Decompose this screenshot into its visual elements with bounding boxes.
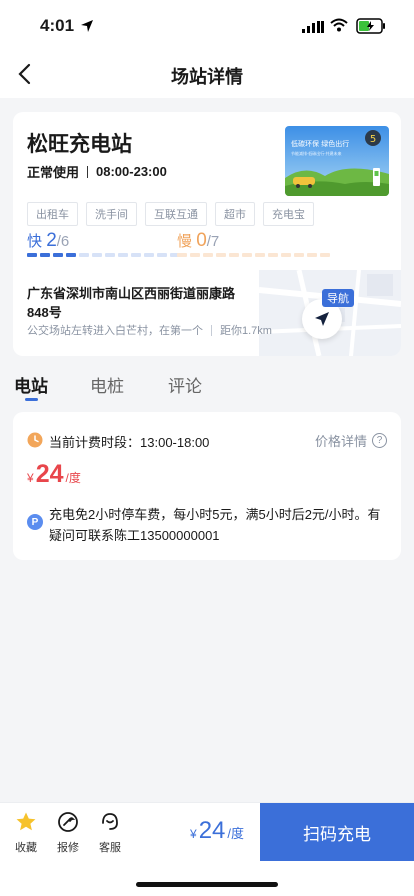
price-value: 24 [35,460,64,488]
home-indicator [136,882,278,887]
page-title: 场站详情 [171,67,243,87]
banner-badge: 5 [370,134,376,145]
slow-available: 0 [196,230,207,251]
cellular-signal-icon [302,21,324,33]
direction-text: 公交场站左转进入白芒村，在第一个 [27,325,203,337]
amenity-tag: 充电宝 [263,202,314,226]
banner-subline: 节能减排·低碳出行·共建未来 [291,150,342,156]
tab-chargers[interactable]: 电桩 [90,372,124,397]
tab-reviews[interactable]: 评论 [168,372,202,397]
navigate-label[interactable]: 导航 [322,289,354,307]
favorite-button[interactable]: 收藏 [11,811,41,855]
tab-station[interactable]: 电站 [14,372,48,397]
billing-period-value: 13:00-18:00 [140,435,210,450]
customer-service-button[interactable]: 客服 [95,811,125,855]
status-bar: 4:01 [0,0,414,50]
station-banner-image: 5 低碳环保 绿色出行 节能减排·低碳出行·共建未来 [285,126,389,196]
active-tab-indicator [25,398,38,401]
navigate-button[interactable]: 导航 [298,289,356,343]
detail-tabs: 电站 电桩 评论 [0,366,414,406]
fast-label: 快 [27,233,43,250]
parking-note: 充电免2小时停车费，每小时5元，满5小时后2元/小时。有疑问可联系陈工13500… [49,507,381,543]
amenity-tags: 出租车 洗手间 互联互通 超市 充电宝 [27,202,314,226]
price-unit: /度 [65,471,81,485]
fast-availability-bar [27,253,180,257]
amenity-tag: 洗手间 [86,202,137,226]
footer-price: ¥ 24 /度 [190,817,244,845]
divider [87,165,89,178]
distance-text: 距你1.7km [220,325,272,337]
wifi-icon [330,18,348,32]
fast-total: /6 [56,233,70,250]
price-detail-link[interactable]: 价格详情 ? [315,431,387,450]
address-directions: 公交场站左转进入白芒村，在第一个 距你1.7km [27,322,272,338]
divider [211,324,212,336]
slow-availability-bar [177,253,330,257]
location-arrow-icon [81,20,93,32]
station-card: 松旺充电站 正常使用 08:00-23:00 5 低碳环保 绿色出行 节能减排·… [13,112,401,356]
fast-charger-count: 快 2/6 [27,230,69,252]
navigation-bar: 场站详情 [0,50,414,98]
slow-total: /7 [206,233,220,250]
navigation-arrow-icon [315,312,329,326]
fast-available: 2 [46,230,57,251]
station-status-text: 正常使用 [27,165,80,180]
scan-to-charge-button[interactable]: 扫码充电 [260,803,414,861]
amenity-tag: 出租车 [27,202,78,226]
status-time: 4:01 [40,16,75,35]
headset-icon[interactable] [99,811,121,833]
amenity-tag: 互联互通 [145,202,207,226]
banner-headline: 低碳环保 绿色出行 [291,139,349,148]
slow-label: 慢 [177,233,193,250]
report-button[interactable]: 报修 [53,811,83,855]
footer-currency: ¥ [190,827,197,841]
currency-symbol: ¥ [27,471,34,485]
station-name: 松旺充电站 [27,133,132,156]
star-icon[interactable] [15,811,37,833]
pricing-card: 当前计费时段：13:00-18:00 价格详情 ? ¥ 24 /度 P 充电免2… [13,412,401,560]
station-address: 广东省深圳市南山区西丽街道丽康路848号 [27,286,236,320]
amenity-tag: 超市 [215,202,255,226]
report-label[interactable]: 报修 [53,839,83,855]
parking-icon: P [27,514,43,530]
billing-period: 当前计费时段：13:00-18:00 [49,432,209,451]
wrench-icon[interactable] [57,811,79,833]
clock-icon [27,432,43,448]
battery-icon [356,18,385,34]
price-detail-label[interactable]: 价格详情 [315,431,367,450]
unit-price: ¥ 24 /度 [27,460,81,489]
question-icon[interactable]: ? [372,433,387,448]
station-status: 正常使用 08:00-23:00 [27,162,167,181]
favorite-label[interactable]: 收藏 [11,839,41,855]
billing-period-label: 当前计费时段： [49,435,141,450]
footer-price-value: 24 [198,817,226,844]
station-hours: 08:00-23:00 [96,164,167,179]
service-label[interactable]: 客服 [95,839,125,855]
footer-price-unit: /度 [227,826,245,841]
slow-charger-count: 慢 0/7 [177,230,219,252]
